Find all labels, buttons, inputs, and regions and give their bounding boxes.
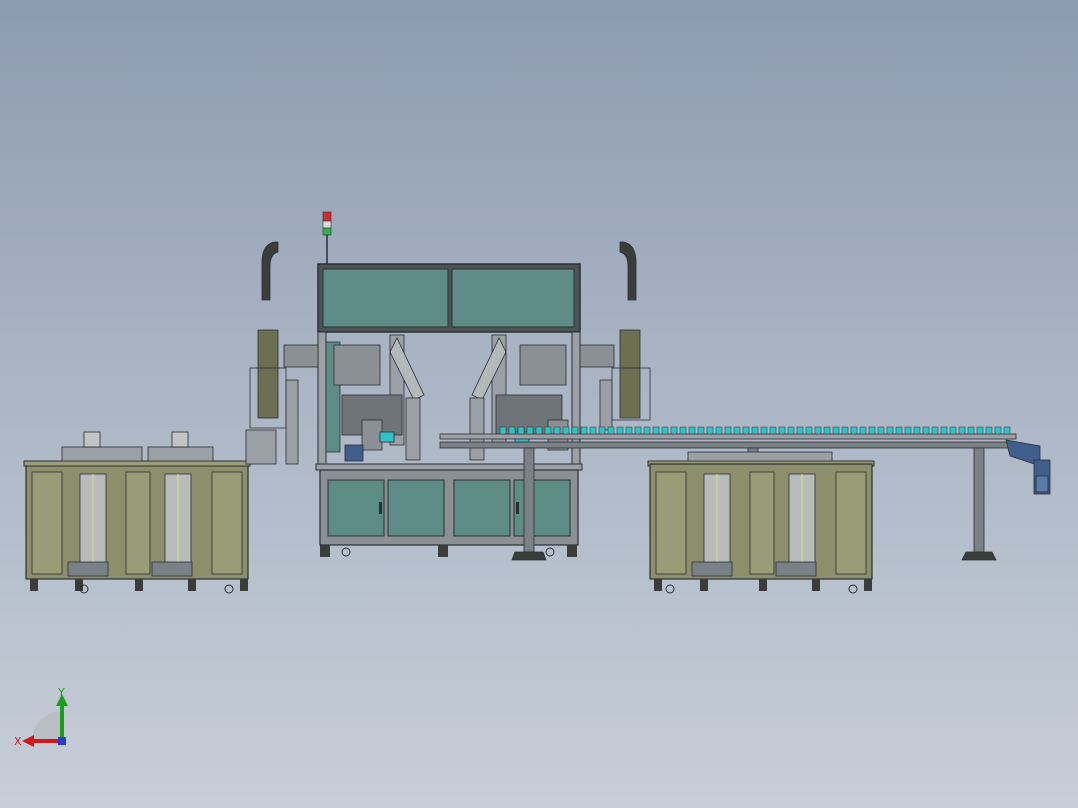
conveyor-part	[949, 426, 957, 435]
conveyor-part	[976, 426, 984, 435]
conveyor-part	[625, 426, 633, 435]
hood-window-right	[451, 268, 575, 328]
conveyor-part	[589, 426, 597, 435]
conveyor-part	[598, 426, 606, 435]
hood-window-left	[322, 268, 449, 328]
conveyor-part	[868, 426, 876, 435]
conveyor-part	[715, 426, 723, 435]
conveyor-part	[859, 426, 867, 435]
conveyor-part	[499, 426, 507, 435]
conveyor-part	[769, 426, 777, 435]
conveyor-part	[841, 426, 849, 435]
conveyor-part	[733, 426, 741, 435]
conveyor-part	[580, 426, 588, 435]
y-axis-label: Y	[57, 686, 65, 699]
right-robot-arm[interactable]	[579, 241, 651, 431]
conveyor-part	[535, 426, 543, 435]
x-axis-label: X	[14, 735, 22, 748]
conveyor-part	[877, 426, 885, 435]
conveyor-part	[661, 426, 669, 435]
left-cabinet-feet	[30, 579, 248, 594]
conveyor-part	[607, 426, 615, 435]
cad-viewport[interactable]: Y X	[0, 0, 1078, 808]
conveyor-drive-motor	[1005, 439, 1051, 495]
coordinate-triad: Y X	[14, 686, 68, 748]
conveyor-part	[913, 426, 921, 435]
conveyor-part	[643, 426, 651, 435]
conveyor-part	[571, 426, 579, 435]
left-robot-arm[interactable]	[245, 241, 319, 465]
conveyor-part	[724, 426, 732, 435]
conveyor-part	[985, 426, 993, 435]
conveyor-part	[895, 426, 903, 435]
conveyor-part	[706, 426, 714, 435]
signal-tower	[322, 211, 332, 264]
conveyor-part	[994, 426, 1002, 435]
conveyor-part	[562, 426, 570, 435]
conveyor-part	[517, 426, 525, 435]
conveyor-part	[940, 426, 948, 435]
z-axis-origin	[58, 737, 66, 745]
right-cabinet-feet	[654, 579, 872, 594]
conveyor-part	[616, 426, 624, 435]
conveyor-rail-top	[439, 433, 1017, 440]
left-cabinet-station[interactable]	[23, 431, 251, 594]
conveyor-part	[796, 426, 804, 435]
conveyor-parts	[499, 426, 1011, 435]
right-cabinet-station[interactable]	[647, 451, 875, 594]
conveyor-part	[1003, 426, 1011, 435]
conveyor-part	[544, 426, 552, 435]
conveyor-part	[823, 426, 831, 435]
conveyor-part	[931, 426, 939, 435]
conveyor-part	[832, 426, 840, 435]
conveyor-part	[670, 426, 678, 435]
conveyor-part	[922, 426, 930, 435]
x-axis-head	[22, 735, 34, 747]
conveyor-part	[688, 426, 696, 435]
conveyor-part	[850, 426, 858, 435]
conveyor-part	[814, 426, 822, 435]
conveyor-part	[967, 426, 975, 435]
machine-base-top	[315, 463, 583, 471]
conveyor-part	[787, 426, 795, 435]
assembly-line-model[interactable]	[0, 0, 1078, 808]
left-cabinet-top	[23, 460, 251, 467]
conveyor-part	[742, 426, 750, 435]
conveyor-part	[886, 426, 894, 435]
conveyor-rail-bottom	[439, 441, 1017, 449]
conveyor-part	[553, 426, 561, 435]
conveyor-part	[751, 426, 759, 435]
conveyor-part	[778, 426, 786, 435]
conveyor-part	[679, 426, 687, 435]
conveyor-part	[805, 426, 813, 435]
conveyor-part	[652, 426, 660, 435]
conveyor-part	[760, 426, 768, 435]
conveyor-part	[958, 426, 966, 435]
conveyor-part	[508, 426, 516, 435]
conveyor-part	[526, 426, 534, 435]
conveyor-part	[904, 426, 912, 435]
central-machine[interactable]	[315, 211, 583, 557]
triad-arc	[32, 711, 62, 741]
conveyor-part	[634, 426, 642, 435]
conveyor-part	[697, 426, 705, 435]
